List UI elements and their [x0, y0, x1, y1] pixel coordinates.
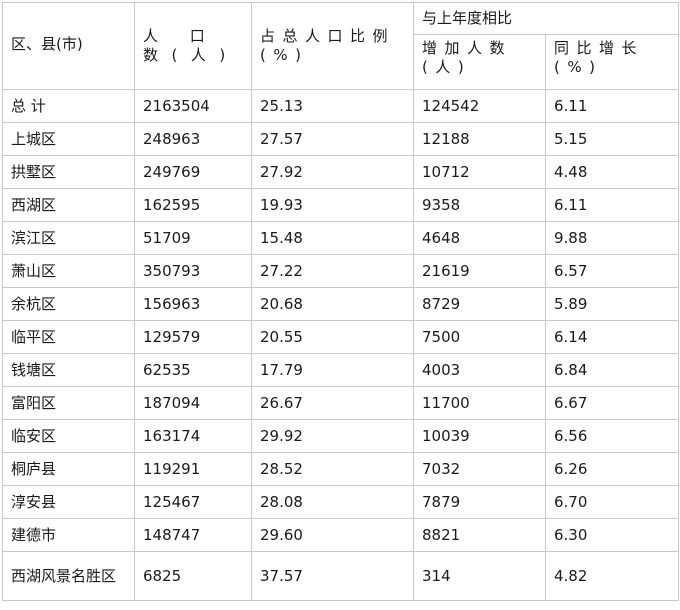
table-row: 西湖风景名胜区 6825 37.57 314 4.82	[2, 551, 680, 601]
cell-growth: 6.11	[544, 188, 680, 222]
cell-district: 淳安县	[2, 485, 135, 519]
cell-increase: 8729	[413, 287, 546, 321]
cell-share: 27.57	[251, 122, 414, 156]
table-row: 拱墅区 249769 27.92 10712 4.48	[2, 155, 680, 189]
cell-increase: 8821	[413, 518, 546, 552]
cell-growth: 5.89	[544, 287, 680, 321]
cell-population: 62535	[134, 353, 252, 387]
cell-district: 滨江区	[2, 221, 135, 255]
table-row: 总 计 2163504 25.13 124542 6.11	[2, 89, 680, 123]
cell-increase: 314	[413, 551, 546, 601]
header-share: 占总人口比例(%)	[251, 2, 414, 90]
cell-district: 西湖风景名胜区	[2, 551, 135, 601]
cell-population: 51709	[134, 221, 252, 255]
cell-share: 27.92	[251, 155, 414, 189]
cell-growth: 9.88	[544, 221, 680, 255]
cell-growth: 6.56	[544, 419, 680, 453]
cell-growth: 6.57	[544, 254, 680, 288]
cell-district: 富阳区	[2, 386, 135, 420]
cell-share: 17.79	[251, 353, 414, 387]
header-increase: 增加人数(人)	[413, 34, 546, 90]
cell-share: 27.22	[251, 254, 414, 288]
cell-population: 6825	[134, 551, 252, 601]
cell-population: 162595	[134, 188, 252, 222]
cell-population: 350793	[134, 254, 252, 288]
cell-growth: 6.70	[544, 485, 680, 519]
cell-population: 2163504	[134, 89, 252, 123]
cell-increase: 21619	[413, 254, 546, 288]
header-district: 区、县(市)	[2, 2, 135, 90]
cell-increase: 10039	[413, 419, 546, 453]
cell-share: 15.48	[251, 221, 414, 255]
cell-growth: 6.30	[544, 518, 680, 552]
cell-share: 28.08	[251, 485, 414, 519]
cell-population: 163174	[134, 419, 252, 453]
cell-increase: 4648	[413, 221, 546, 255]
cell-share: 19.93	[251, 188, 414, 222]
cell-population: 187094	[134, 386, 252, 420]
cell-share: 37.57	[251, 551, 414, 601]
cell-increase: 10712	[413, 155, 546, 189]
table-body: 总 计 2163504 25.13 124542 6.11 上城区 248963 27.57 1…	[2, 89, 680, 601]
cell-district: 西湖区	[2, 188, 135, 222]
cell-district: 上城区	[2, 122, 135, 156]
cell-share: 29.92	[251, 419, 414, 453]
cell-district: 建德市	[2, 518, 135, 552]
cell-growth: 6.26	[544, 452, 680, 486]
cell-growth: 4.82	[544, 551, 680, 601]
population-table: 区、县(市) 人 口 数(人) 占总人口比例(%) 与上年度相比 增加人数(人)…	[2, 2, 680, 601]
cell-growth: 6.67	[544, 386, 680, 420]
table-row: 桐庐县 119291 28.52 7032 6.26	[2, 452, 680, 486]
cell-increase: 12188	[413, 122, 546, 156]
cell-district: 总 计	[2, 89, 135, 123]
cell-district: 临安区	[2, 419, 135, 453]
table-row: 建德市 148747 29.60 8821 6.30	[2, 518, 680, 552]
table-row: 萧山区 350793 27.22 21619 6.57	[2, 254, 680, 288]
cell-population: 125467	[134, 485, 252, 519]
cell-increase: 7879	[413, 485, 546, 519]
cell-increase: 7500	[413, 320, 546, 354]
cell-district: 临平区	[2, 320, 135, 354]
cell-increase: 4003	[413, 353, 546, 387]
cell-district: 桐庐县	[2, 452, 135, 486]
cell-population: 129579	[134, 320, 252, 354]
cell-share: 28.52	[251, 452, 414, 486]
cell-population: 249769	[134, 155, 252, 189]
cell-district: 萧山区	[2, 254, 135, 288]
cell-share: 20.55	[251, 320, 414, 354]
cell-population: 148747	[134, 518, 252, 552]
table-row: 富阳区 187094 26.67 11700 6.67	[2, 386, 680, 420]
cell-increase: 124542	[413, 89, 546, 123]
header-growth: 同比增长(%)	[544, 34, 680, 90]
table-row: 西湖区 162595 19.93 9358 6.11	[2, 188, 680, 222]
cell-district: 钱塘区	[2, 353, 135, 387]
table-row: 余杭区 156963 20.68 8729 5.89	[2, 287, 680, 321]
table-row: 临平区 129579 20.55 7500 6.14	[2, 320, 680, 354]
cell-increase: 9358	[413, 188, 546, 222]
cell-growth: 6.11	[544, 89, 680, 123]
cell-share: 20.68	[251, 287, 414, 321]
cell-increase: 7032	[413, 452, 546, 486]
cell-district: 拱墅区	[2, 155, 135, 189]
cell-increase: 11700	[413, 386, 546, 420]
header-population: 人 口 数(人)	[134, 2, 252, 90]
cell-growth: 4.48	[544, 155, 680, 189]
cell-share: 26.67	[251, 386, 414, 420]
header-comparison: 与上年度相比	[412, 2, 680, 35]
cell-population: 119291	[134, 452, 252, 486]
cell-growth: 5.15	[544, 122, 680, 156]
cell-share: 25.13	[251, 89, 414, 123]
cell-population: 156963	[134, 287, 252, 321]
cell-share: 29.60	[251, 518, 414, 552]
table-row: 滨江区 51709 15.48 4648 9.88	[2, 221, 680, 255]
table-row: 上城区 248963 27.57 12188 5.15	[2, 122, 680, 156]
table-row: 临安区 163174 29.92 10039 6.56	[2, 419, 680, 453]
table-row: 钱塘区 62535 17.79 4003 6.84	[2, 353, 680, 387]
table-row: 淳安县 125467 28.08 7879 6.70	[2, 485, 680, 519]
cell-population: 248963	[134, 122, 252, 156]
cell-growth: 6.84	[544, 353, 680, 387]
cell-growth: 6.14	[544, 320, 680, 354]
cell-district: 余杭区	[2, 287, 135, 321]
